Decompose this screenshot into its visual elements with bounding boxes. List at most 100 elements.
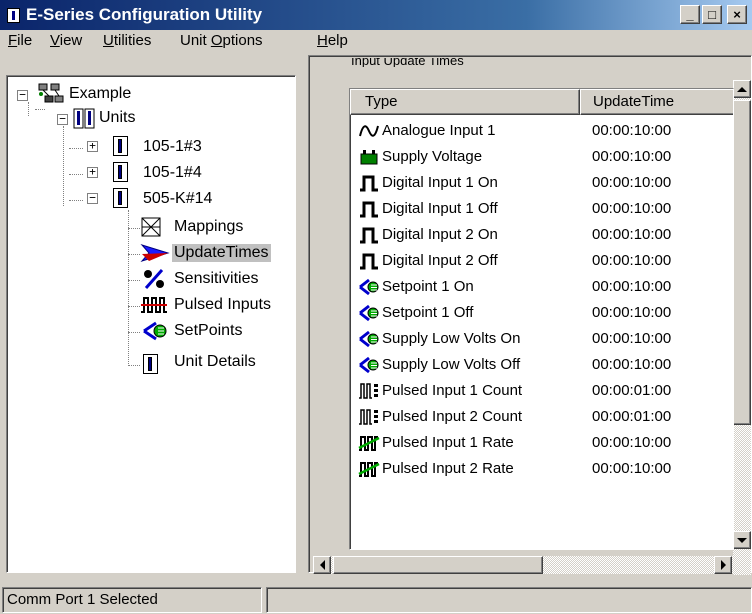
row-update-time-cell: 00:00:01:00 — [592, 382, 672, 399]
menu-utilities-mnemonic: U — [103, 32, 114, 49]
scroll-down-button[interactable] — [733, 531, 751, 549]
tree-expand-toggle[interactable]: + — [87, 140, 98, 152]
row-update-time-cell: 00:00:10:00 — [592, 122, 672, 139]
title-bar[interactable]: E-Series Configuration Utility _ □ × — [0, 0, 752, 30]
scroll-up-button[interactable] — [733, 80, 751, 98]
menu-file[interactable]: File — [8, 32, 32, 49]
app-icon[interactable] — [7, 8, 20, 23]
row-update-time-cell: 00:00:01:00 — [592, 408, 672, 425]
menu-utilities[interactable]: Utilities — [103, 32, 151, 49]
arrow-up-icon — [737, 86, 747, 92]
setpoint-icon — [358, 278, 380, 296]
table-row[interactable]: Digital Input 2 Off 00:00:10:00 — [350, 249, 733, 275]
tree-unit-label[interactable]: 505-K#14 — [143, 190, 212, 208]
status-text: Comm Port 1 Selected — [2, 587, 262, 613]
row-update-time-cell: 00:00:10:00 — [592, 330, 672, 347]
tree-collapse-toggle[interactable]: − — [57, 113, 68, 125]
pulse-count-icon — [358, 382, 380, 400]
row-update-time-cell: 00:00:10:00 — [592, 252, 672, 269]
minimize-button[interactable]: _ — [680, 5, 700, 24]
menu-help-label: elp — [327, 32, 348, 49]
tree-line — [128, 365, 140, 366]
row-update-time-cell: 00:00:10:00 — [592, 356, 672, 373]
menu-help-mnemonic: H — [317, 32, 328, 49]
tree-child-pulsed-inputs[interactable]: Pulsed Inputs — [174, 296, 271, 314]
unit-icon — [113, 188, 128, 208]
maximize-icon: □ — [708, 7, 716, 22]
unit-tree[interactable]: − Example − Units + 105-1#3 + 105-1#4 − … — [6, 75, 296, 573]
menu-unit-options[interactable]: Unit Options — [180, 32, 263, 49]
tree-unit-label[interactable]: 105-1#4 — [143, 164, 202, 182]
table-row[interactable]: Supply Voltage 00:00:10:00 — [350, 145, 733, 171]
tree-child-setpoints[interactable]: SetPoints — [174, 322, 242, 340]
scroll-thumb[interactable] — [333, 556, 543, 574]
tree-collapse-toggle[interactable]: − — [87, 191, 98, 204]
table-row[interactable]: Setpoint 1 Off 00:00:10:00 — [350, 301, 733, 327]
table-row[interactable]: Analogue Input 1 00:00:10:00 — [350, 119, 733, 145]
scroll-right-button[interactable] — [714, 556, 732, 574]
column-header-type[interactable]: Type — [350, 89, 580, 115]
status-panel — [266, 587, 752, 613]
row-type-cell: Analogue Input 1 — [382, 122, 496, 139]
collapse-icon: − — [89, 191, 96, 204]
tree-child-update-times[interactable]: UpdateTimes — [172, 244, 271, 262]
tree-child-unit-details[interactable]: Unit Details — [174, 353, 256, 371]
tree-units-label[interactable]: Units — [99, 109, 135, 127]
row-type-cell: Digital Input 2 Off — [382, 252, 498, 269]
unit-icon — [113, 136, 128, 156]
table-row[interactable]: Supply Low Volts Off 00:00:10:00 — [350, 353, 733, 379]
window-title: E-Series Configuration Utility — [26, 5, 263, 24]
tree-child-sensitivities[interactable]: Sensitivities — [174, 270, 258, 288]
table-row[interactable]: Pulsed Input 2 Count 00:00:01:00 — [350, 405, 733, 431]
pulse-rate-icon — [358, 460, 380, 478]
row-update-time-cell: 00:00:10:00 — [592, 304, 672, 321]
table-row[interactable]: Digital Input 1 On 00:00:10:00 — [350, 171, 733, 197]
setpoint-icon — [358, 304, 380, 322]
setpoint-icon — [358, 356, 380, 374]
tree-collapse-toggle[interactable]: − — [17, 89, 28, 101]
menu-unit-options-mnemonic: O — [210, 32, 223, 49]
row-update-time-cell: 00:00:10:00 — [592, 460, 672, 477]
percent-icon — [142, 268, 166, 290]
row-update-time-cell: 00:00:10:00 — [592, 200, 672, 217]
arrow-left-icon — [319, 560, 325, 570]
row-type-cell: Supply Low Volts Off — [382, 356, 521, 373]
pulse-rate-icon — [358, 434, 380, 452]
table-row[interactable]: Setpoint 1 On 00:00:10:00 — [350, 275, 733, 301]
tree-line — [128, 228, 140, 229]
mappings-icon — [140, 216, 164, 238]
row-type-cell: Pulsed Input 2 Rate — [382, 460, 514, 477]
row-type-cell: Digital Input 2 On — [382, 226, 498, 243]
row-type-cell: Setpoint 1 On — [382, 278, 474, 295]
close-button[interactable]: × — [727, 5, 747, 24]
row-type-cell: Pulsed Input 1 Count — [382, 382, 523, 399]
table-row[interactable]: Supply Low Volts On 00:00:10:00 — [350, 327, 733, 353]
tree-line — [128, 210, 129, 366]
tree-expand-toggle[interactable]: + — [87, 166, 98, 178]
menu-view[interactable]: View — [50, 32, 82, 49]
update-times-list[interactable]: Type UpdateTime Analogue Input 1 00:00:10… — [349, 88, 734, 550]
tree-child-mappings[interactable]: Mappings — [174, 218, 243, 236]
row-type-cell: Digital Input 1 On — [382, 174, 498, 191]
setpoint-icon — [358, 330, 380, 348]
row-type-cell: Digital Input 1 Off — [382, 200, 498, 217]
column-header-update-time[interactable]: UpdateTime — [580, 89, 733, 115]
table-row[interactable]: Pulsed Input 2 Rate 00:00:10:00 — [350, 457, 733, 483]
tree-root-label[interactable]: Example — [69, 85, 131, 103]
table-row[interactable]: Pulsed Input 1 Count 00:00:01:00 — [350, 379, 733, 405]
minimize-icon: _ — [686, 7, 694, 22]
menu-help[interactable]: Help — [317, 32, 348, 49]
scroll-thumb[interactable] — [733, 100, 751, 425]
tree-unit-label[interactable]: 105-1#3 — [143, 138, 202, 156]
menu-file-mnemonic: F — [8, 32, 18, 49]
update-times-arrow-icon — [140, 242, 170, 264]
scroll-left-button[interactable] — [313, 556, 331, 574]
table-row[interactable]: Digital Input 2 On 00:00:10:00 — [350, 223, 733, 249]
row-update-time-cell: 00:00:10:00 — [592, 434, 672, 451]
battery-icon — [358, 148, 380, 166]
close-icon: × — [733, 7, 741, 22]
table-row[interactable]: Digital Input 1 Off 00:00:10:00 — [350, 197, 733, 223]
tree-line — [63, 126, 64, 206]
table-row[interactable]: Pulsed Input 1 Rate 00:00:10:00 — [350, 431, 733, 457]
maximize-button[interactable]: □ — [702, 5, 722, 24]
